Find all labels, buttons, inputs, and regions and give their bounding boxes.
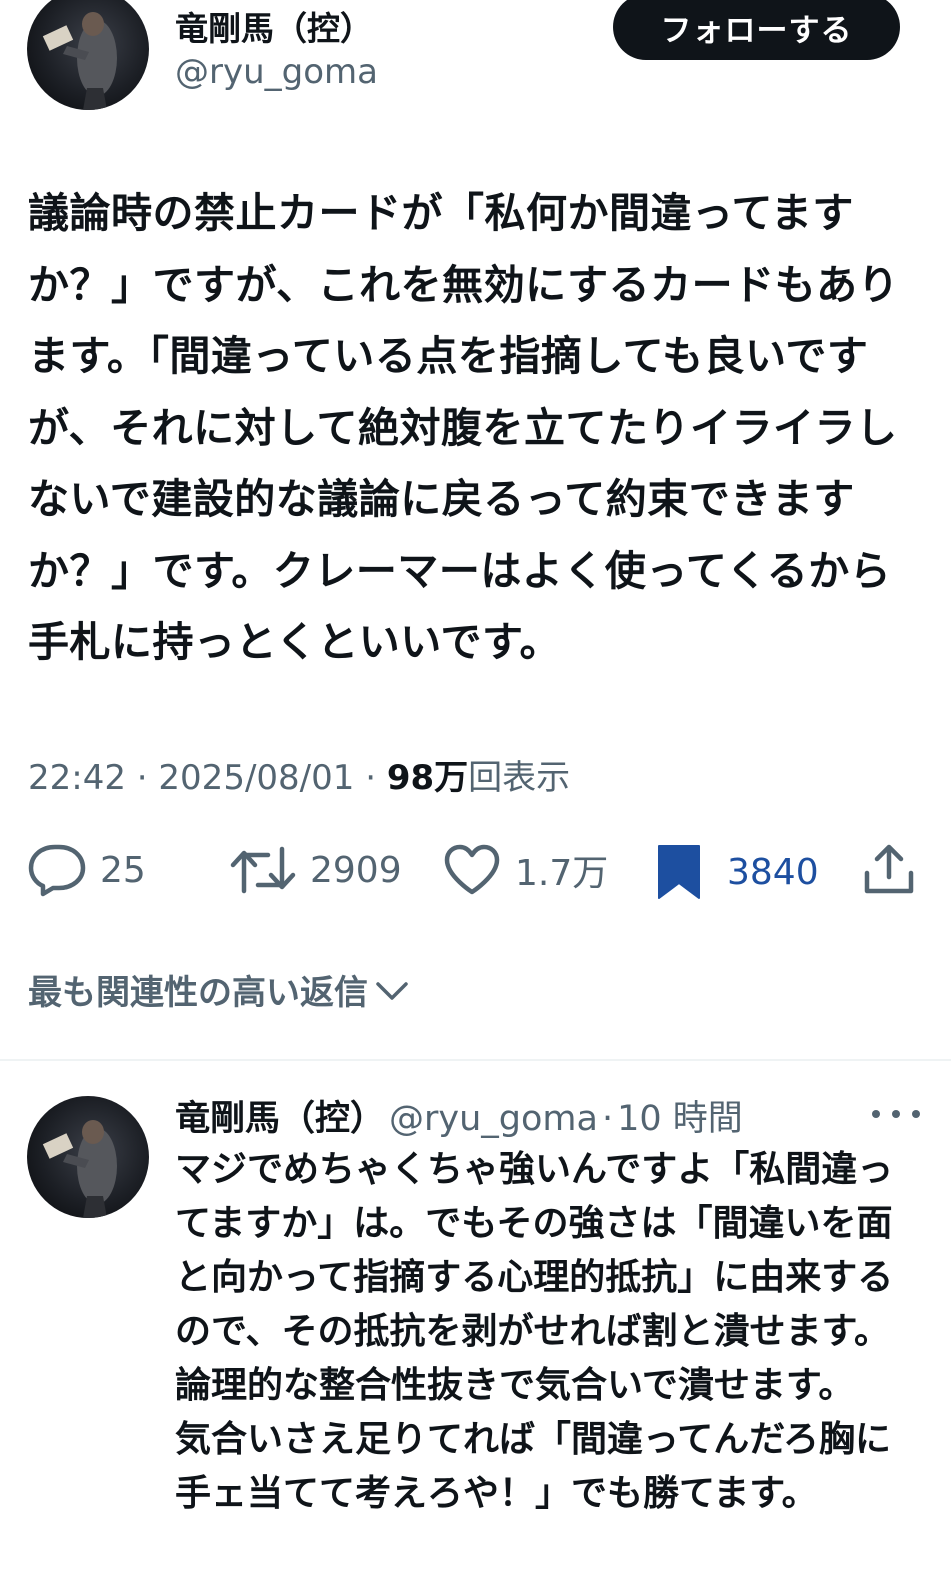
reply-icon [28,844,86,897]
retweet-count: 2909 [310,849,402,891]
reply-header: 竜剛馬（控） @ryu_goma · 10 時間 [175,1090,743,1141]
retweet-button[interactable]: 2909 [230,843,402,897]
tweet-time[interactable]: 22:42 [28,758,126,798]
more-horizontal-icon [912,1110,920,1118]
avatar-image [42,1120,117,1218]
reply-author-avatar[interactable] [27,1096,149,1218]
follow-button[interactable]: フォローする [613,0,900,60]
like-count: 1.7万 [515,853,609,894]
reply-button[interactable]: 25 [28,843,146,897]
reply-author-name[interactable]: 竜剛馬（控） [175,1090,385,1141]
share-button[interactable] [862,843,916,897]
retweet-icon [230,846,296,894]
more-horizontal-icon [872,1110,880,1118]
author-handle[interactable]: @ryu_goma [175,52,378,92]
reply-time[interactable]: 10 時間 [617,1090,743,1141]
replies-sort-label: 最も関連性の高い返信 [28,973,368,1013]
views-count[interactable]: 98万 [387,758,468,798]
divider [0,1059,951,1061]
share-icon [864,844,914,894]
views-label[interactable]: 回表示 [468,758,570,798]
tweet-meta: 22:42 · 2025/08/01 · 98万回表示 [28,750,570,799]
meta-separator: · [365,758,377,798]
heart-icon [444,844,500,895]
tweet-text: 議論時の禁止カードが「私何か間違ってますか？」ですが、これを無効にするカードもあ… [28,189,900,666]
reply-author-handle[interactable]: @ryu_goma [389,1099,598,1139]
meta-separator: · [136,758,148,798]
bookmark-filled-icon [658,845,700,899]
author-name[interactable]: 竜剛馬（控） [175,2,373,50]
reply-count: 25 [100,849,146,891]
author-avatar[interactable] [27,0,149,110]
replies-sort-dropdown[interactable]: 最も関連性の高い返信 [28,965,412,1014]
bookmark-count: 3840 [727,851,819,893]
more-options-button[interactable] [872,1096,920,1132]
more-horizontal-icon [892,1110,900,1118]
reply-separator: · [601,1099,614,1139]
like-button[interactable]: 1.7万 [443,843,608,897]
chevron-down-icon [376,981,408,1000]
reply-text: マジでめちゃくちゃ強いんですよ「私間違ってますか」は。でもその強さは「間違いを面… [175,1149,894,1514]
tweet-date[interactable]: 2025/08/01 [158,758,354,798]
avatar-image [42,12,117,110]
bookmark-button[interactable]: 3840 [655,843,819,901]
